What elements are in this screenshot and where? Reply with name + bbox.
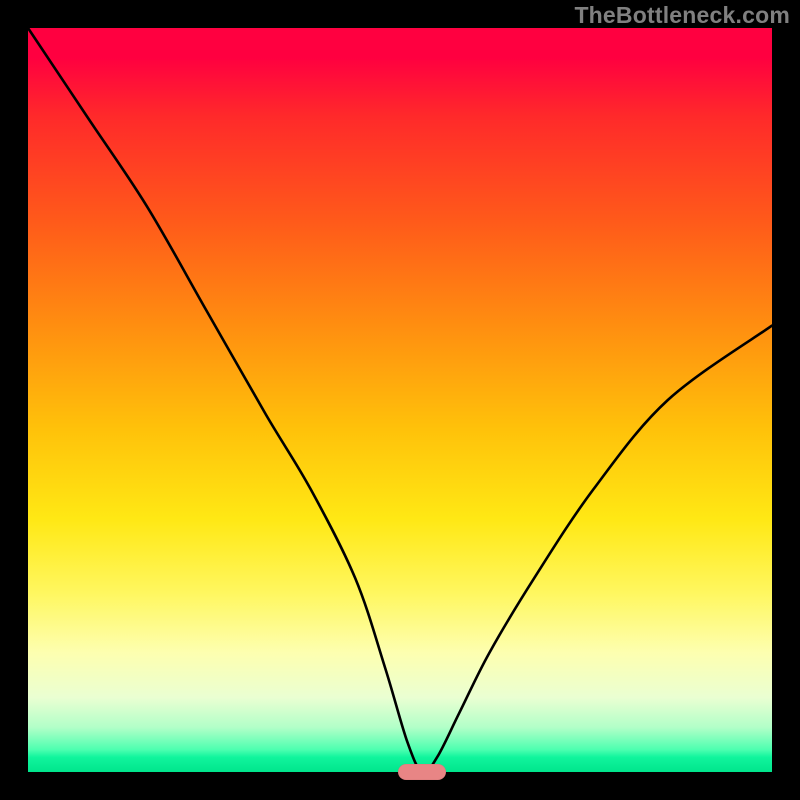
chart-container: TheBottleneck.com [0,0,800,800]
bottleneck-curve [28,28,772,772]
plot-area [28,28,772,772]
optimum-marker [398,764,446,780]
curve-svg [28,28,772,772]
watermark-text: TheBottleneck.com [574,2,790,29]
